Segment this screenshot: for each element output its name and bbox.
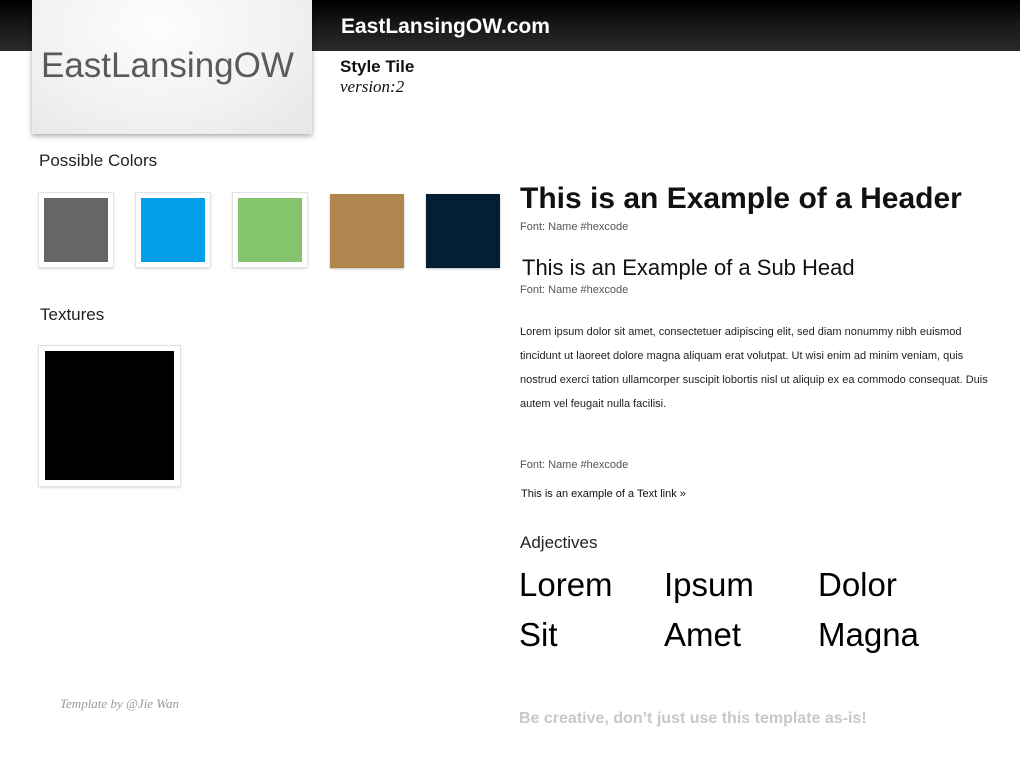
color-swatch [426, 194, 500, 268]
color-swatch-fill [426, 194, 500, 268]
color-swatch [330, 194, 404, 268]
adjective-word: Ipsum [664, 566, 754, 603]
adjective-word: Magna [818, 616, 919, 653]
textures-heading: Textures [40, 305, 105, 324]
texture-swatch [39, 346, 180, 486]
subhead-example: This is an Example of a Sub Head [522, 255, 855, 280]
subhead-font-note: Font: Name #hexcode [520, 284, 629, 296]
version-label: version:2 [340, 77, 405, 96]
footer-note: Be creative, don’t just use this templat… [519, 710, 867, 727]
logo-text: EastLansingOW [41, 46, 294, 85]
link-font-note: Font: Name #hexcode [520, 459, 629, 471]
header-font-note: Font: Name #hexcode [520, 221, 629, 233]
possible-colors-heading: Possible Colors [39, 151, 158, 170]
adjective-word: Sit [519, 616, 558, 653]
body-text-example: Lorem ipsum dolor sit amet, consectetuer… [520, 326, 988, 410]
color-swatch-fill [330, 194, 404, 268]
color-swatch [233, 193, 307, 267]
texture-fill [45, 351, 174, 480]
color-swatch-fill [141, 198, 205, 262]
adjectives-heading: Adjectives [520, 533, 598, 552]
site-title[interactable]: EastLansingOW.com [341, 14, 550, 40]
color-swatch-fill [44, 198, 108, 262]
template-credit: Template by @Jie Wan [60, 696, 179, 711]
color-swatch [39, 193, 113, 267]
logo-box: EastLansingOW [32, 0, 312, 134]
adjective-word: Dolor [818, 566, 897, 603]
adjective-word: Lorem [519, 566, 613, 603]
color-swatch-fill [238, 198, 302, 262]
color-swatch [136, 193, 210, 267]
text-link-example[interactable]: This is an example of a Text link » [521, 488, 686, 500]
adjective-word: Amet [664, 616, 742, 653]
header-example: This is an Example of a Header [520, 182, 962, 215]
style-tile-title: Style Tile [340, 57, 415, 76]
